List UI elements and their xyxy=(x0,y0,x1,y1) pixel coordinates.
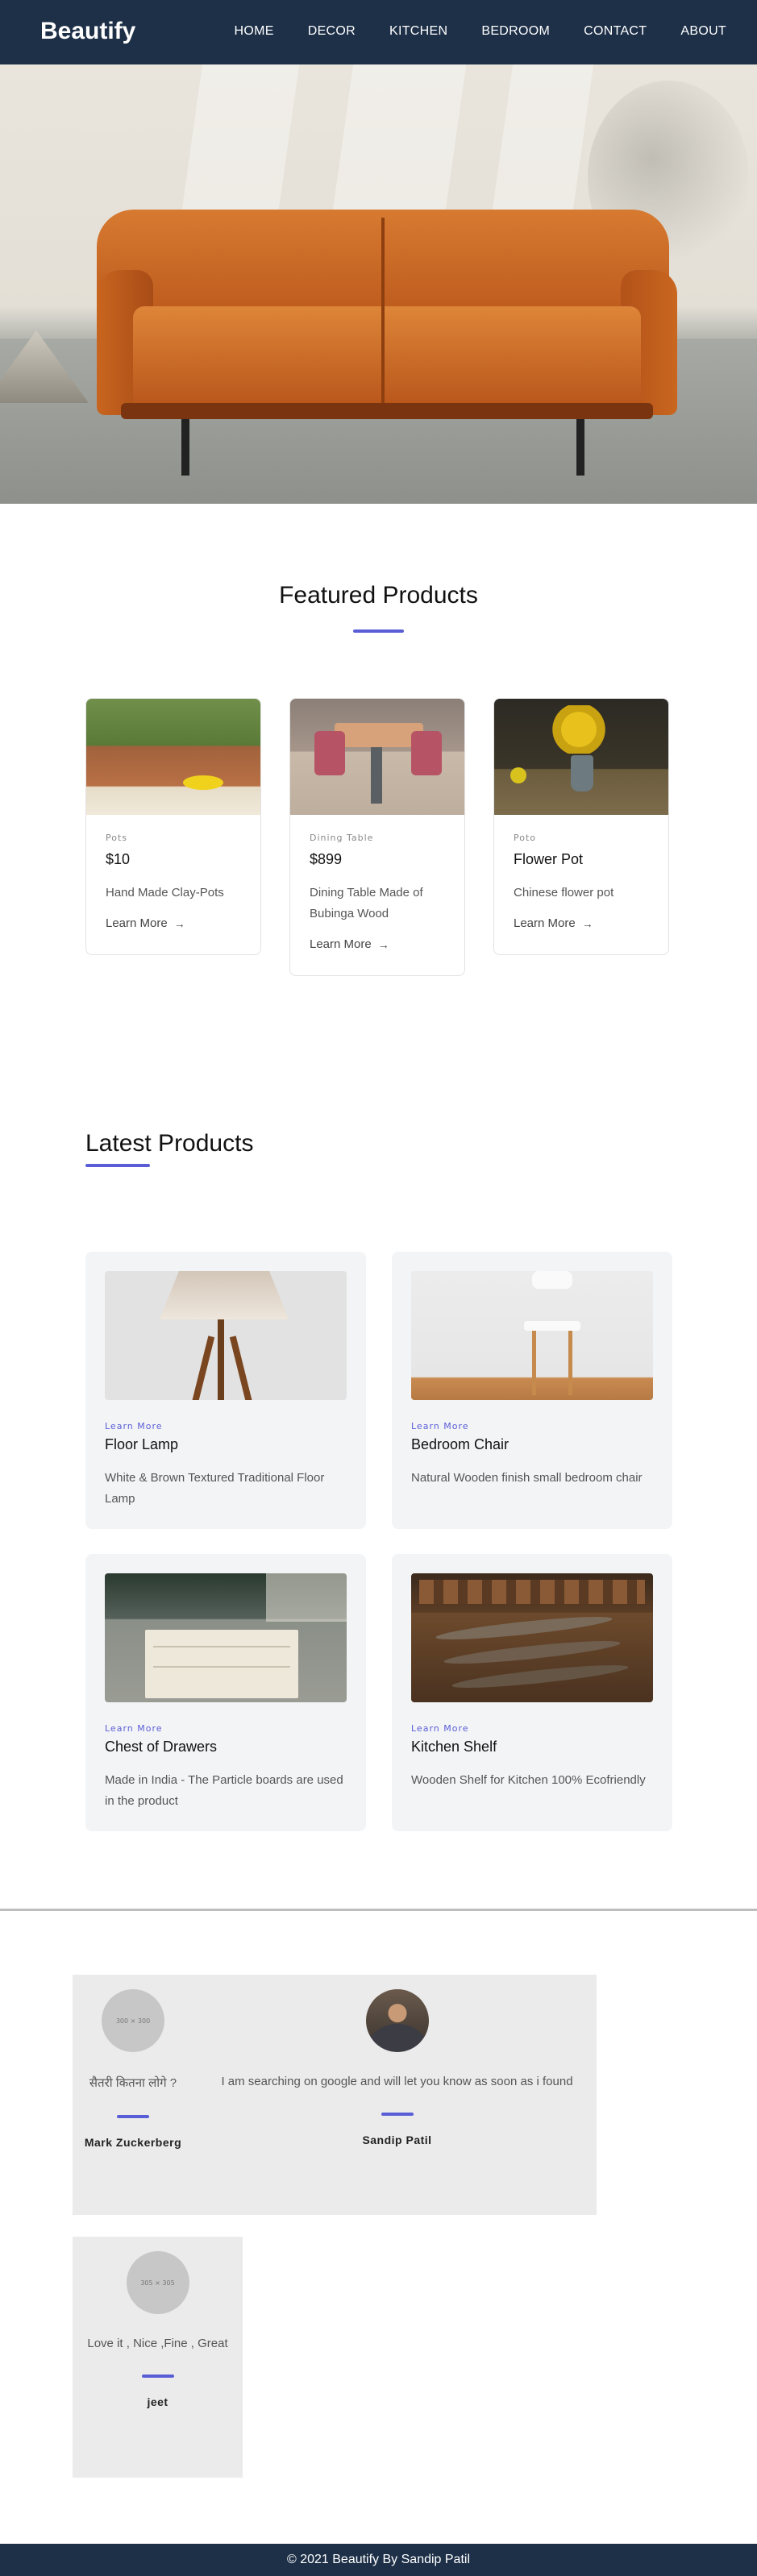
featured-card: Pots $10 Hand Made Clay-Pots Learn More … xyxy=(85,698,261,955)
footer-copyright: © 2021 Beautify By Sandip Patil xyxy=(286,2553,471,2566)
testimonial-author: jeet xyxy=(147,2395,168,2408)
latest-card: Learn More Kitchen Shelf Wooden Shelf fo… xyxy=(392,1554,672,1831)
learn-more-label: Learn More xyxy=(514,916,576,930)
product-name: Floor Lamp xyxy=(105,1436,179,1452)
learn-more-link[interactable]: Learn More xyxy=(105,1421,347,1431)
learn-more-link[interactable]: Learn More → xyxy=(514,916,649,930)
potted-plants-image xyxy=(86,699,260,815)
nav-menu: HOME DECOR KITCHEN BEDROOM CONTACT ABOUT xyxy=(235,24,726,39)
product-description: Wooden Shelf for Kitchen 100% Ecofriendl… xyxy=(411,1773,646,1787)
featured-products-title: Featured Products xyxy=(279,582,478,609)
kitchen-shelf-image xyxy=(411,1573,653,1702)
section-divider xyxy=(0,1909,757,1911)
product-description: Hand Made Clay-Pots xyxy=(106,886,224,900)
wooden-chair-image xyxy=(411,1271,653,1400)
latest-title-underline xyxy=(85,1164,150,1167)
nav-link-about[interactable]: ABOUT xyxy=(680,24,726,39)
floor-lamp-image xyxy=(105,1271,347,1400)
latest-card: Learn More Chest of Drawers Made in Indi… xyxy=(85,1554,366,1831)
product-price: $10 xyxy=(106,851,131,867)
nav-link-kitchen[interactable]: KITCHEN xyxy=(389,24,447,39)
kitchen-drawers-image xyxy=(105,1573,347,1702)
page-footer: © 2021 Beautify By Sandip Patil xyxy=(0,2544,757,2576)
learn-more-link[interactable]: Learn More xyxy=(411,1723,653,1734)
avatar-size-label: 300 × 300 xyxy=(115,2017,151,2025)
hero-sofa-image xyxy=(0,64,757,504)
arrow-right-icon: → xyxy=(581,916,593,930)
testimonial-quote: Love it , Nice ,Fine , Great xyxy=(87,2337,228,2350)
latest-card: Learn More Bedroom Chair Natural Wooden … xyxy=(392,1252,672,1529)
testimonial-quote: सैतरी कितना लोगे ? xyxy=(89,2076,177,2090)
product-name: Chest of Drawers xyxy=(105,1739,218,1755)
nav-link-home[interactable]: HOME xyxy=(235,24,274,39)
sofa-leg xyxy=(181,419,189,476)
product-description: Natural Wooden finish small bedroom chai… xyxy=(411,1471,643,1485)
product-name: Flower Pot xyxy=(514,851,584,867)
sofa-base xyxy=(121,403,653,419)
avatar-size-label: 305 × 305 xyxy=(140,2279,175,2287)
latest-products-title: Latest Products xyxy=(85,1130,254,1157)
learn-more-link[interactable]: Learn More xyxy=(105,1723,347,1734)
arrow-right-icon: → xyxy=(173,916,185,930)
testimonial-author: Sandip Patil xyxy=(362,2134,432,2146)
dining-table-image xyxy=(290,699,464,815)
testimonial-card: 305 × 305 Love it , Nice ,Fine , Great j… xyxy=(73,2251,243,2408)
testimonial-quote: I am searching on google and will let yo… xyxy=(221,2075,573,2088)
learn-more-link[interactable]: Learn More → xyxy=(106,916,241,930)
learn-more-label: Learn More xyxy=(106,916,168,930)
avatar-photo xyxy=(365,1989,429,2052)
product-description: Chinese flower pot xyxy=(514,886,614,900)
testimonial-card: 300 × 300 सैतरी कितना लोगे ? Mark Zucker… xyxy=(73,1989,193,2149)
nav-link-contact[interactable]: CONTACT xyxy=(584,24,647,39)
product-category: Dining Table xyxy=(310,833,374,843)
testimonial-card: I am searching on google and will let yo… xyxy=(202,1989,593,2146)
latest-card: Learn More Floor Lamp White & Brown Text… xyxy=(85,1252,366,1529)
brand-logo[interactable]: Beautify xyxy=(40,18,135,45)
testimonial-author: Mark Zuckerberg xyxy=(84,2136,182,2149)
product-description: Dining Table Made of Bubinga Wood xyxy=(310,886,423,920)
product-price: $899 xyxy=(310,851,343,867)
product-name: Bedroom Chair xyxy=(411,1436,510,1452)
sofa-seat xyxy=(133,306,641,411)
quote-underline xyxy=(141,2374,174,2378)
product-category: Poto xyxy=(514,833,537,843)
nav-link-bedroom[interactable]: BEDROOM xyxy=(481,24,550,39)
featured-card: Dining Table $899 Dining Table Made of B… xyxy=(289,698,465,976)
sunflowers-image xyxy=(494,699,668,815)
product-description: Made in India - The Particle boards are … xyxy=(105,1773,343,1808)
top-navbar: Beautify HOME DECOR KITCHEN BEDROOM CONT… xyxy=(0,0,757,64)
sofa-leg xyxy=(576,419,584,476)
featured-title-underline xyxy=(353,629,404,633)
featured-card: Poto Flower Pot Chinese flower pot Learn… xyxy=(493,698,669,955)
product-name: Kitchen Shelf xyxy=(411,1739,497,1755)
learn-more-label: Learn More xyxy=(310,937,372,951)
quote-underline xyxy=(381,2113,414,2116)
avatar-placeholder: 300 × 300 xyxy=(102,1989,164,2052)
product-description: White & Brown Textured Traditional Floor… xyxy=(105,1471,325,1506)
quote-underline xyxy=(117,2115,149,2118)
learn-more-link[interactable]: Learn More xyxy=(411,1421,653,1431)
avatar-placeholder: 305 × 305 xyxy=(126,2251,189,2314)
sofa-seam xyxy=(381,218,385,403)
arrow-right-icon: → xyxy=(377,937,389,951)
nav-link-decor[interactable]: DECOR xyxy=(308,24,356,39)
product-category: Pots xyxy=(106,833,128,843)
learn-more-link[interactable]: Learn More → xyxy=(310,937,445,951)
